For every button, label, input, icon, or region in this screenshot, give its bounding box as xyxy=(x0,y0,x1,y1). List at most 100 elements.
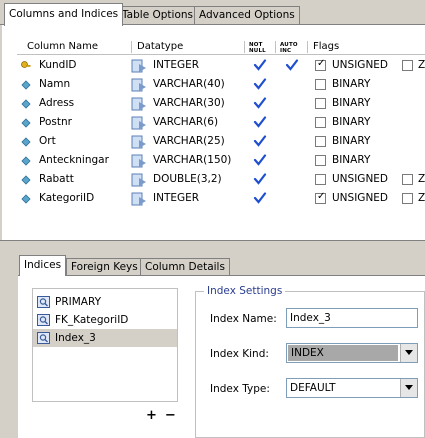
column-name[interactable]: Postnr xyxy=(39,113,72,132)
column-datatype[interactable]: VARCHAR(30) xyxy=(153,94,225,113)
table-row[interactable]: Postnr VARCHAR(6) BINARY xyxy=(17,113,425,132)
extra-flag-label: Z xyxy=(418,173,425,185)
column-datatype[interactable]: INTEGER xyxy=(153,56,199,75)
index-kind-label: Index Kind: xyxy=(210,348,269,360)
checkmark-icon[interactable] xyxy=(285,58,299,72)
index-kind-select[interactable]: INDEX xyxy=(286,343,418,363)
flag-checkbox[interactable] xyxy=(315,136,326,147)
datatype-icon xyxy=(131,173,146,187)
index-settings-title: Index Settings xyxy=(204,285,286,297)
index-type-label: Index Type: xyxy=(210,383,270,395)
tab-advanced-options[interactable]: Advanced Options xyxy=(194,6,300,25)
add-index-button[interactable]: + xyxy=(146,408,157,423)
key-icon xyxy=(21,61,31,68)
remove-index-button[interactable]: − xyxy=(165,408,176,423)
flag-checkbox[interactable] xyxy=(315,191,326,204)
column-datatype[interactable]: VARCHAR(150) xyxy=(153,151,231,170)
table-row[interactable]: KategoriID INTEGER UNSIGNED Z xyxy=(17,189,425,208)
column-name[interactable]: KundID xyxy=(39,56,77,75)
datatype-icon xyxy=(131,97,146,111)
lower-panel: Indices Foreign Keys Column Details PRIM… xyxy=(0,241,425,438)
checkmark-icon[interactable] xyxy=(253,96,267,110)
column-icon xyxy=(21,137,31,147)
columns-grid[interactable]: Column Name Datatype NOT NULL AUTO INC F… xyxy=(17,39,425,231)
header-column-name[interactable]: Column Name xyxy=(27,39,98,55)
index-type-select[interactable]: DEFAULT xyxy=(286,378,418,398)
index-list-buttons: + − xyxy=(146,408,184,423)
flag-checkbox[interactable] xyxy=(315,174,326,185)
header-datatype[interactable]: Datatype xyxy=(137,39,183,55)
index-icon xyxy=(37,314,50,326)
flag-checkbox[interactable] xyxy=(315,155,326,166)
table-row[interactable]: KundID INTEGER UNSIGNED Z xyxy=(17,56,425,75)
table-row[interactable]: Rabatt DOUBLE(3,2) UNSIGNED Z xyxy=(17,170,425,189)
checkmark-icon[interactable] xyxy=(253,134,267,148)
column-datatype[interactable]: VARCHAR(40) xyxy=(153,75,225,94)
index-name: Index_3 xyxy=(55,332,96,344)
extra-flag-checkbox[interactable] xyxy=(402,174,413,185)
indices-panel: PRIMARY FK_KategoriID Index_3 + − Index Set… xyxy=(18,276,425,438)
list-item[interactable]: FK_KategoriID xyxy=(33,311,177,329)
index-name: PRIMARY xyxy=(55,296,102,308)
column-icon xyxy=(21,175,31,185)
table-row[interactable]: Namn VARCHAR(40) BINARY xyxy=(17,75,425,94)
column-datatype[interactable]: VARCHAR(6) xyxy=(153,113,218,132)
tab-columns-and-indices[interactable]: Columns and Indices xyxy=(4,3,124,26)
flag-label: BINARY xyxy=(332,135,371,147)
index-name-label: Index Name: xyxy=(210,313,277,325)
column-icon xyxy=(21,118,31,128)
column-name[interactable]: Adress xyxy=(39,94,74,113)
flag-checkbox[interactable] xyxy=(315,117,326,128)
flag-checkbox[interactable] xyxy=(315,79,326,90)
index-name-input[interactable]: Index_3 xyxy=(286,308,418,328)
index-settings-group: Index Settings Index Name: Index_3 Index… xyxy=(195,285,425,438)
checkmark-icon[interactable] xyxy=(253,115,267,129)
extra-flag-checkbox[interactable] xyxy=(402,60,413,71)
datatype-icon xyxy=(131,59,146,73)
extra-flag-label: Z xyxy=(418,59,425,71)
checkmark-icon[interactable] xyxy=(253,172,267,186)
list-item[interactable]: Index_3 xyxy=(33,329,177,347)
header-flags[interactable]: Flags xyxy=(313,39,339,55)
main-tabbar: Columns and Indices Table Options Advanc… xyxy=(0,0,425,26)
column-name[interactable]: KategoriID xyxy=(39,189,94,208)
column-datatype[interactable]: DOUBLE(3,2) xyxy=(153,170,222,189)
column-icon xyxy=(21,156,31,166)
chevron-down-icon[interactable] xyxy=(400,379,417,397)
table-row[interactable]: Adress VARCHAR(30) BINARY xyxy=(17,94,425,113)
checkmark-icon[interactable] xyxy=(253,153,267,167)
flag-checkbox[interactable] xyxy=(315,58,326,71)
chevron-down-icon[interactable] xyxy=(400,344,417,362)
index-type-value: DEFAULT xyxy=(290,382,336,394)
extra-flag-checkbox[interactable] xyxy=(402,193,413,204)
column-datatype[interactable]: VARCHAR(25) xyxy=(153,132,225,151)
checkmark-icon[interactable] xyxy=(253,58,267,72)
tab-foreign-keys[interactable]: Foreign Keys xyxy=(66,258,143,276)
index-list[interactable]: PRIMARY FK_KategoriID Index_3 xyxy=(32,288,178,402)
table-row[interactable]: Ort VARCHAR(25) BINARY xyxy=(17,132,425,151)
flag-checkbox[interactable] xyxy=(315,98,326,109)
flag-label: UNSIGNED xyxy=(332,59,389,71)
datatype-icon xyxy=(131,78,146,92)
column-name[interactable]: Rabatt xyxy=(39,170,74,189)
column-datatype[interactable]: INTEGER xyxy=(153,189,199,208)
column-icon xyxy=(21,99,31,109)
column-name[interactable]: Namn xyxy=(39,75,70,94)
grid-header: Column Name Datatype NOT NULL AUTO INC F… xyxy=(17,39,425,55)
list-item[interactable]: PRIMARY xyxy=(33,293,177,311)
tab-column-details[interactable]: Column Details xyxy=(140,258,230,276)
table-row[interactable]: Anteckningar VARCHAR(150) BINARY xyxy=(17,151,425,170)
columns-panel: Column Name Datatype NOT NULL AUTO INC F… xyxy=(2,25,425,240)
checkmark-icon[interactable] xyxy=(253,77,267,91)
flag-label: BINARY xyxy=(332,154,371,166)
index-icon xyxy=(37,332,50,344)
tab-indices[interactable]: Indices xyxy=(19,255,67,276)
checkmark-icon[interactable] xyxy=(253,191,267,205)
tab-table-options[interactable]: Table Options xyxy=(117,6,199,25)
flag-label: UNSIGNED xyxy=(332,173,389,185)
column-name[interactable]: Anteckningar xyxy=(39,151,109,170)
index-kind-value: INDEX xyxy=(288,345,398,361)
column-name[interactable]: Ort xyxy=(39,132,56,151)
flag-label: UNSIGNED xyxy=(332,192,389,204)
datatype-icon xyxy=(131,135,146,149)
